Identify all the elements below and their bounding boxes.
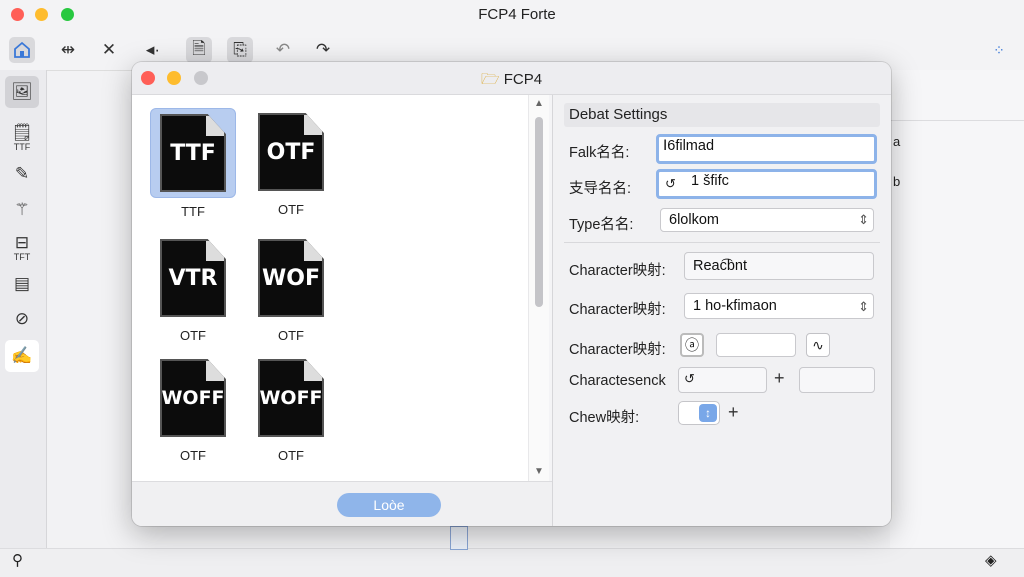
export-icon[interactable]: ⎘ (227, 37, 253, 63)
character-send-extra-field[interactable] (799, 367, 875, 393)
field-label: Type名名: (569, 217, 634, 233)
ttf-file-icon[interactable]: 🗒 TTF (5, 119, 39, 155)
type-select[interactable]: 6lolkom ⇕ (660, 208, 874, 232)
character-map-input[interactable] (716, 333, 796, 357)
redo-icon[interactable]: ↷ (310, 37, 336, 63)
play-back-icon[interactable]: ◂· (140, 37, 166, 63)
sign-icon[interactable]: ✍ (5, 340, 39, 372)
character-map-select-value: 1 ho-kfimaon (693, 298, 777, 314)
image-edit-icon[interactable]: 🖼 (5, 76, 39, 108)
type-select-value: 6lolkom (669, 212, 719, 228)
load-button[interactable]: Loòe (337, 493, 441, 517)
file-item[interactable]: VTR OTF (150, 234, 236, 348)
file-label: OTF (278, 448, 304, 463)
file-badge: WOFF (161, 387, 225, 409)
stepper-icon: ⇕ (858, 212, 869, 227)
brush-icon[interactable]: ⊘ (5, 303, 39, 335)
file-item[interactable]: TTF TTF (150, 108, 236, 222)
file-label: TTF (181, 204, 205, 219)
field-label: Character映射: (569, 342, 666, 358)
grid-icon[interactable]: ⁘ (986, 37, 1012, 63)
file-badge: WOF (262, 265, 320, 291)
home-icon[interactable] (9, 37, 35, 63)
app-title: FCP4 Forte (478, 6, 556, 23)
toggle-switch[interactable]: ↕ (678, 401, 720, 425)
location-icon[interactable]: ⚲ (12, 551, 23, 569)
inspector-text: b (893, 174, 901, 189)
inspector-text: a (893, 134, 901, 149)
field-label: Character映射: (569, 263, 666, 279)
glyph-icon: ⓐ (685, 337, 699, 353)
refresh-icon[interactable]: ↺ (665, 176, 676, 192)
field-label: Charactesenck (569, 373, 666, 389)
magic-wand-icon[interactable]: ⚚ (5, 194, 39, 226)
scroll-down-icon[interactable]: ▼ (534, 466, 544, 477)
family-name-field[interactable]: 1 šfifc (656, 169, 877, 199)
character-map-field[interactable]: Reac͡bnt (684, 252, 874, 280)
add-icon[interactable]: + (774, 368, 785, 389)
document-icon[interactable]: 🗎 (186, 37, 212, 63)
scrollbar-thumb[interactable] (535, 117, 543, 307)
file-label: OTF (278, 328, 304, 343)
collapse-icon[interactable]: ⇹ (55, 37, 81, 63)
undo-icon[interactable]: ↶ (270, 37, 296, 63)
sidebar-item-label: TFT (13, 251, 31, 262)
family-name-value: 1 šfifc (691, 173, 729, 189)
file-badge: WOFF (259, 387, 323, 409)
tft-icon[interactable]: ⊟ TFT (5, 232, 39, 262)
inspector-panel (890, 70, 1024, 548)
file-item[interactable]: WOF OTF (248, 234, 334, 348)
file-item[interactable]: OTF OTF (248, 108, 334, 222)
section-divider (564, 242, 880, 243)
refresh-icon[interactable]: ↺ (684, 371, 695, 387)
panel-icon[interactable]: ▤ (5, 268, 39, 300)
wave-icon[interactable]: ∿ (806, 333, 830, 357)
file-label: OTF (278, 202, 304, 217)
file-item[interactable]: WOFF OTF (150, 354, 236, 468)
glyph-picker-button[interactable]: ⓐ (680, 333, 704, 357)
folder-icon: 🗁 (480, 71, 500, 88)
file-badge: TTF (170, 140, 216, 166)
field-label: Character映射: (569, 302, 666, 318)
file-item[interactable]: WOFF OTF (248, 354, 334, 468)
file-badge: OTF (266, 139, 316, 165)
dialog-title-text: FCP4 (503, 71, 543, 88)
file-label: OTF (180, 328, 206, 343)
add-icon[interactable]: + (728, 402, 739, 423)
dialog-title: 🗁 FCP4 (132, 69, 891, 94)
field-label: Falk名名: (569, 145, 630, 161)
scroll-up-icon[interactable]: ▲ (534, 98, 544, 109)
stepper-icon: ⇕ (858, 299, 869, 314)
file-badge: VTR (168, 265, 218, 291)
character-map-select[interactable]: 1 ho-kfimaon ⇕ (684, 293, 874, 319)
divider (890, 120, 1024, 121)
status-bar (0, 548, 1024, 577)
settings-header: Debat Settings (564, 103, 880, 127)
toggle-knob-icon: ↕ (699, 404, 717, 422)
field-label: 支导名名: (569, 181, 632, 197)
field-label: Chew映射: (569, 410, 640, 426)
font-dialog: 🗁 FCP4 TTF TTF OTF OTF VTR OTF WOF OTF W… (132, 62, 891, 526)
file-label: OTF (180, 448, 206, 463)
sidebar-item-label: TTF (13, 141, 31, 152)
pencil-icon[interactable]: ✎ (5, 158, 39, 190)
font-name-field[interactable]: Ⅰ6filmad (656, 134, 877, 164)
diamond-icon[interactable]: ◈ (985, 551, 997, 569)
close-icon[interactable]: ✕ (96, 37, 122, 63)
resize-handle[interactable] (450, 526, 468, 550)
